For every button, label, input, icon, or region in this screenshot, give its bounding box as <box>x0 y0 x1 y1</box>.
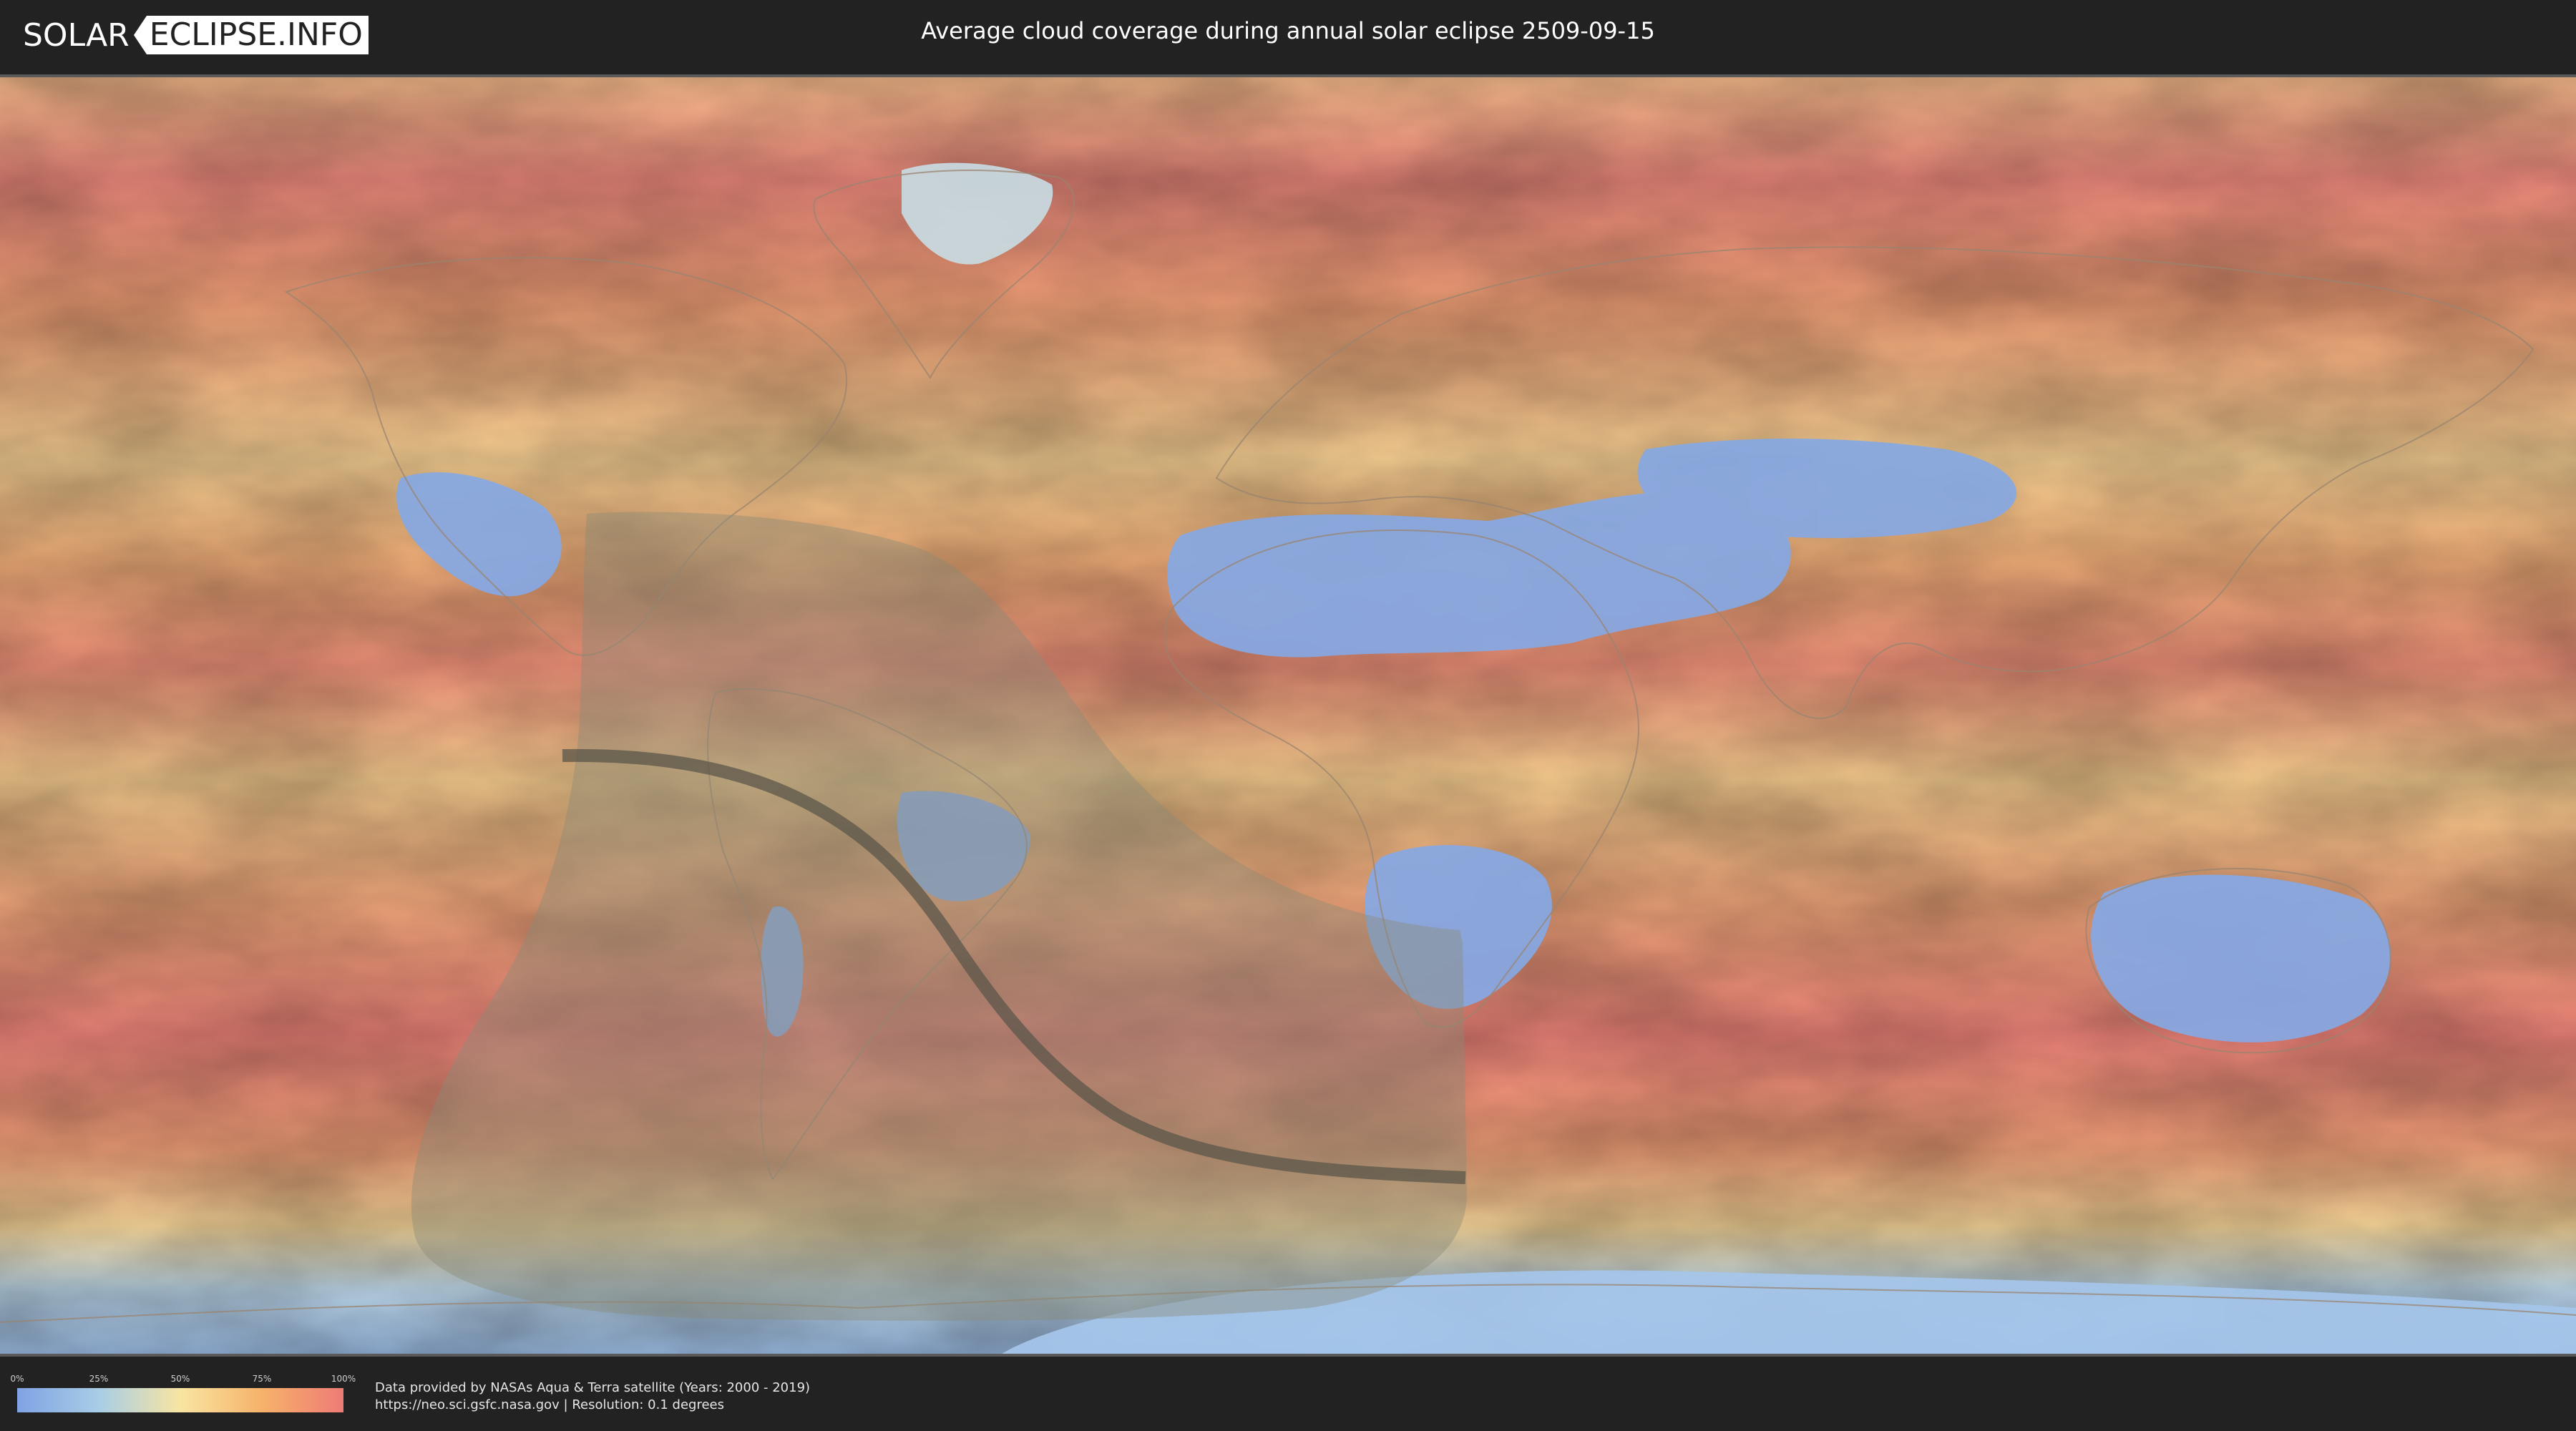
cloud-coverage-map[interactable] <box>0 74 2576 1357</box>
legend-tick-25: 25% <box>89 1374 109 1384</box>
map-svg <box>0 77 2576 1354</box>
source-line-2[interactable]: https://neo.sci.gsfc.nasa.gov | Resoluti… <box>375 1397 810 1414</box>
page-title: Average cloud coverage during annual sol… <box>921 17 1655 44</box>
legend-tick-50: 50% <box>170 1374 190 1384</box>
cloud-coverage-legend: 0% 25% 50% 75% 100% <box>10 1374 356 1412</box>
data-source-text: Data provided by NASAs Aqua & Terra sate… <box>375 1379 810 1414</box>
header-bar: SOLAR ECLIPSE.INFO Average cloud coverag… <box>0 0 2576 73</box>
legend-tick-75: 75% <box>252 1374 272 1384</box>
legend-tick-100: 100% <box>331 1374 356 1384</box>
legend-ticks: 0% 25% 50% 75% 100% <box>10 1374 356 1388</box>
legend-tick-0: 0% <box>10 1374 24 1384</box>
central-asia-clear-region <box>1637 439 2017 538</box>
source-line-1: Data provided by NASAs Aqua & Terra sate… <box>375 1380 811 1395</box>
legend-color-bar <box>17 1388 343 1412</box>
